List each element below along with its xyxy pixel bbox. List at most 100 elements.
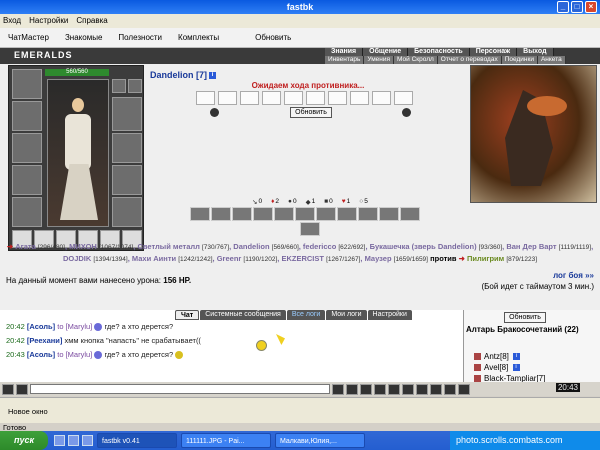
scroll-slot[interactable]: [196, 91, 215, 105]
scroll-slot[interactable]: [262, 91, 281, 105]
action-button[interactable]: [316, 207, 336, 221]
fighter-name[interactable]: DOJDIK: [63, 254, 91, 263]
fighter-name[interactable]: Greenr: [217, 254, 242, 263]
tab-settings[interactable]: Настройки: [367, 310, 412, 320]
tab-chat[interactable]: Чат: [175, 310, 200, 320]
user-list-item[interactable]: Antz[8] i: [474, 352, 521, 361]
opponent-image[interactable]: [470, 65, 597, 203]
nav-knowledge[interactable]: Знания: [325, 48, 364, 56]
nav-my-scroll[interactable]: Мой Скролл: [394, 56, 438, 64]
menu-item-login[interactable]: Вход: [3, 14, 21, 28]
fighter-name[interactable]: МИХОН: [69, 242, 97, 251]
fighter-name[interactable]: Светлый металл: [137, 242, 199, 251]
task-fastbk[interactable]: fastbk v0.41: [97, 433, 177, 448]
action-button[interactable]: [232, 207, 252, 221]
amulet-slot[interactable]: [12, 101, 42, 131]
fighter-name[interactable]: Пилигрим: [467, 254, 504, 263]
browser-icon[interactable]: [68, 435, 79, 446]
fighter-name[interactable]: Ван Дер Варт: [506, 242, 556, 251]
user-list-item[interactable]: Avel[8] i: [474, 363, 520, 372]
scroll-icon[interactable]: [416, 383, 428, 395]
fighter-name[interactable]: Букашечка (зверь Dandelion): [370, 242, 477, 251]
gift-icon[interactable]: [458, 383, 470, 395]
toolbar-refresh[interactable]: Обновить: [247, 28, 299, 47]
start-button[interactable]: пуск: [0, 431, 48, 450]
nav-duels[interactable]: Поединки: [501, 56, 538, 64]
leggings-slot[interactable]: [112, 165, 142, 195]
nav-profile[interactable]: Анкета: [537, 56, 566, 64]
toolbar-sets[interactable]: Комплекты: [170, 28, 227, 47]
scroll-slot[interactable]: [372, 91, 391, 105]
tab-system-messages[interactable]: Системные сообщения: [200, 310, 286, 320]
ring-slot-1[interactable]: [112, 79, 126, 93]
chat-input[interactable]: [30, 384, 330, 394]
close-icon[interactable]: ×: [585, 1, 597, 13]
smile-icon[interactable]: [374, 383, 386, 395]
battle-log-link[interactable]: лог боя »»: [481, 270, 594, 281]
scroll-slot[interactable]: [306, 91, 325, 105]
people-icon[interactable]: [16, 383, 28, 395]
filter-icon[interactable]: [360, 383, 372, 395]
tab-all-logs[interactable]: Все логи: [286, 310, 326, 320]
player-name[interactable]: Dandelion [7] i: [150, 70, 217, 80]
info-icon[interactable]: i: [209, 72, 217, 80]
action-button[interactable]: [400, 207, 420, 221]
fighter-name[interactable]: Маузер: [365, 254, 392, 263]
toolbar-friends[interactable]: Знакомые: [57, 28, 110, 47]
nav-inventory[interactable]: Инвентарь: [325, 56, 365, 64]
menu-item-settings[interactable]: Настройки: [29, 14, 68, 28]
action-button[interactable]: [295, 207, 315, 221]
minimize-icon[interactable]: _: [557, 1, 569, 13]
new-window-label[interactable]: Новое окно: [8, 407, 48, 416]
color-icon[interactable]: [430, 383, 442, 395]
shield-slot[interactable]: [112, 133, 142, 163]
fighter-name[interactable]: EKZERCIST: [281, 254, 324, 263]
action-button[interactable]: [274, 207, 294, 221]
nav-exit[interactable]: Выход: [517, 48, 554, 56]
scroll-slot[interactable]: [240, 91, 259, 105]
belt-slot[interactable]: [12, 197, 42, 227]
translit-icon[interactable]: [388, 383, 400, 395]
location-refresh-button[interactable]: Обновить: [504, 312, 546, 323]
scroll-slot[interactable]: [328, 91, 347, 105]
fighter-name[interactable]: Dandelion: [233, 242, 269, 251]
fighter-name[interactable]: federicco: [303, 242, 336, 251]
scroll-slot[interactable]: [394, 91, 413, 105]
toggle-icon[interactable]: [2, 383, 14, 395]
action-button[interactable]: [379, 207, 399, 221]
action-button[interactable]: [190, 207, 210, 221]
weapon-slot[interactable]: [112, 97, 142, 131]
refresh-button[interactable]: Обновить: [290, 107, 332, 118]
toolbar-chatmaster[interactable]: ЧатМастер: [0, 28, 57, 47]
scroll-slot[interactable]: [218, 91, 237, 105]
scroll-slot[interactable]: [284, 91, 303, 105]
boots-slot[interactable]: [112, 197, 142, 227]
nav-transfer-report[interactable]: Отчет о переводах: [437, 56, 502, 64]
action-button[interactable]: [211, 207, 231, 221]
settings-icon[interactable]: [444, 383, 456, 395]
fighter-name[interactable]: Агата: [15, 242, 36, 251]
action-button[interactable]: [253, 207, 273, 221]
fighter-name[interactable]: Махи Аинти: [132, 254, 176, 263]
action-button[interactable]: [337, 207, 357, 221]
sound-icon[interactable]: [402, 383, 414, 395]
helmet-slot[interactable]: [12, 69, 42, 99]
info-icon[interactable]: i: [512, 364, 520, 372]
clear-icon[interactable]: [346, 383, 358, 395]
tab-my-logs[interactable]: Мои логи: [326, 310, 367, 320]
ring-slot-2[interactable]: [128, 79, 142, 93]
nav-skills[interactable]: Умения: [364, 56, 395, 64]
menu-item-help[interactable]: Справка: [76, 14, 107, 28]
toolbar-utilities[interactable]: Полезности: [110, 28, 170, 47]
maximize-icon[interactable]: □: [571, 1, 583, 13]
nav-character[interactable]: Персонаж: [469, 48, 518, 56]
scroll-slot[interactable]: [350, 91, 369, 105]
task-paint[interactable]: 111111.JPG - Pai...: [181, 433, 271, 448]
nav-security[interactable]: Безопасность: [408, 48, 470, 56]
armor-slot[interactable]: [12, 165, 42, 195]
send-icon[interactable]: [332, 383, 344, 395]
gloves-slot[interactable]: [12, 133, 42, 163]
desktop-icon[interactable]: [54, 435, 65, 446]
app-icon[interactable]: [82, 435, 93, 446]
nav-communication[interactable]: Общение: [363, 48, 409, 56]
